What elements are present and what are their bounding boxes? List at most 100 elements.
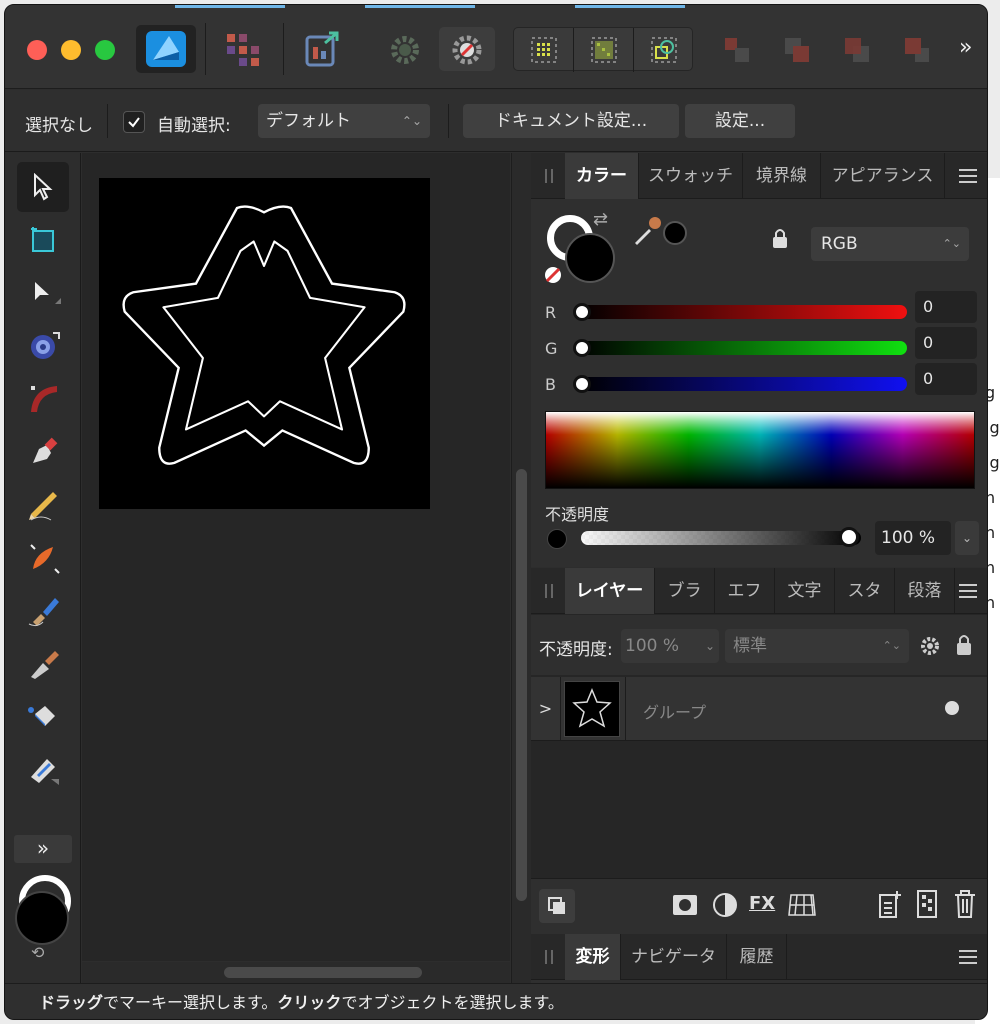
tab-effects[interactable]: エフ [715, 568, 775, 614]
transparency-tool[interactable] [17, 745, 69, 795]
minimize-window-button[interactable] [61, 40, 81, 60]
tab-paragraph[interactable]: 段落 [895, 568, 955, 614]
add-layer-icon[interactable] [877, 889, 903, 919]
swap-fill-stroke-icon[interactable]: ⇄ [593, 209, 608, 230]
vertical-scrollbar[interactable] [511, 153, 531, 983]
expand-layer-chevron-icon[interactable]: > [531, 677, 561, 741]
close-window-button[interactable] [27, 40, 47, 60]
tab-transform[interactable]: 変形 [565, 934, 621, 980]
blue-slider[interactable] [577, 377, 907, 391]
grid-select-2-icon[interactable] [590, 36, 618, 64]
document-settings-button[interactable]: ドキュメント設定... [463, 104, 679, 138]
green-value-field[interactable]: 0 [915, 327, 977, 359]
more-tools-button[interactable]: » [14, 835, 72, 863]
opacity-slider-knob[interactable] [839, 527, 859, 547]
arrange-back-icon[interactable] [721, 34, 753, 66]
tab-brushes[interactable]: ブラ [655, 568, 715, 614]
export-persona-icon[interactable] [303, 29, 343, 69]
knife-tool[interactable] [17, 639, 69, 689]
designer-persona-button[interactable] [136, 25, 196, 73]
blend-mode-dropdown[interactable]: 標準 ⌃⌄ [725, 629, 909, 663]
persona-pixel-icon[interactable] [225, 32, 261, 68]
canvas-area[interactable] [82, 153, 510, 961]
tab-appearance[interactable]: アピアランス [821, 153, 945, 199]
fill-brush-tool[interactable] [17, 586, 69, 636]
tab-history[interactable]: 履歴 [727, 934, 787, 980]
updown-chevron-icon: ⌃⌄ [882, 639, 901, 652]
auto-select-dropdown[interactable]: デフォルト ⌃⌄ [258, 104, 430, 138]
vector-brush-tool[interactable] [17, 533, 69, 583]
horizontal-scrollbar[interactable] [82, 962, 510, 983]
more-icon[interactable]: » [959, 35, 972, 60]
tab-character[interactable]: 文字 [775, 568, 835, 614]
tab-navigator[interactable]: ナビゲータ [621, 934, 727, 980]
node-pointer-icon [35, 282, 61, 304]
panel-grip-icon[interactable] [545, 584, 553, 598]
panel-grip-icon[interactable] [545, 169, 553, 183]
panel-menu-icon[interactable] [959, 584, 977, 598]
eyedropper-icon[interactable] [631, 215, 663, 247]
gear-icon[interactable] [388, 33, 422, 67]
tab-color[interactable]: カラー [565, 153, 639, 199]
mask-icon[interactable] [671, 891, 699, 919]
fill-color-well[interactable] [15, 891, 69, 945]
pencil-arc-tool[interactable] [17, 374, 69, 424]
corner-tool[interactable] [17, 321, 69, 371]
opacity-value-field[interactable]: 100 % [875, 521, 951, 555]
status-click-desc: でオブジェクトを選択します。 [341, 993, 564, 1012]
artboard-tool[interactable] [17, 215, 69, 265]
lock-icon[interactable] [955, 633, 973, 657]
adjustment-icon[interactable] [711, 891, 739, 919]
blue-value-field[interactable]: 0 [915, 363, 977, 395]
arrange-backward-icon[interactable] [781, 34, 813, 66]
tab-stroke[interactable]: 境界線 [743, 153, 821, 199]
auto-select-checkbox[interactable] [123, 111, 145, 133]
gear-icon[interactable] [919, 635, 941, 657]
blue-slider-knob[interactable] [573, 375, 591, 393]
panel-grip-icon[interactable] [545, 950, 553, 964]
lock-icon[interactable] [771, 227, 789, 249]
grid-select-icon[interactable] [530, 36, 558, 64]
node-tool[interactable] [17, 268, 69, 318]
layer-options-button[interactable] [539, 889, 575, 923]
arrange-forward-icon[interactable] [841, 34, 873, 66]
layer-opacity-field[interactable]: 100 % ⌄ [621, 629, 719, 663]
panel-menu-icon[interactable] [959, 950, 977, 964]
vertical-scroll-thumb[interactable] [516, 469, 527, 901]
panel-menu-icon[interactable] [959, 169, 977, 183]
boolean-icon[interactable] [650, 36, 678, 64]
cherry-blossom-shape[interactable] [99, 178, 430, 509]
mesh-warp-icon[interactable] [787, 891, 817, 919]
horizontal-scroll-thumb[interactable] [224, 967, 422, 978]
document-artboard[interactable] [99, 178, 430, 509]
tab-styles[interactable]: スタ [835, 568, 895, 614]
arrange-front-icon[interactable] [901, 34, 933, 66]
fill-tool[interactable] [17, 692, 69, 742]
red-slider-knob[interactable] [573, 303, 591, 321]
red-slider[interactable] [577, 305, 907, 319]
tab-swatches[interactable]: スウォッチ [639, 153, 743, 199]
color-spectrum[interactable] [545, 411, 975, 489]
swap-colors-icon[interactable]: ⟲ [31, 943, 44, 962]
opacity-slider[interactable] [581, 531, 861, 545]
green-slider-knob[interactable] [573, 339, 591, 357]
snapping-button[interactable] [439, 27, 495, 71]
add-pixel-layer-icon[interactable] [915, 889, 939, 919]
zoom-window-button[interactable] [95, 40, 115, 60]
red-value-field[interactable]: 0 [915, 291, 977, 323]
opacity-label: 不透明度 [545, 505, 610, 524]
color-model-dropdown[interactable]: RGB ⌃⌄ [811, 227, 969, 261]
pen-tool[interactable] [17, 427, 69, 477]
green-slider[interactable] [577, 341, 907, 355]
layer-row[interactable]: > グループ [531, 677, 987, 741]
no-color-icon[interactable] [543, 265, 563, 285]
settings-button[interactable]: 設定... [685, 104, 795, 138]
tab-layers[interactable]: レイヤー [565, 568, 655, 614]
trash-icon[interactable] [953, 889, 977, 919]
move-tool[interactable] [17, 162, 69, 212]
pencil-tool[interactable] [17, 480, 69, 530]
fill-swatch[interactable] [565, 233, 615, 283]
opacity-dropdown-chevron-icon[interactable]: ⌄ [955, 521, 979, 555]
visibility-dot-icon[interactable] [945, 701, 959, 715]
fx-icon[interactable]: FX [749, 893, 775, 914]
